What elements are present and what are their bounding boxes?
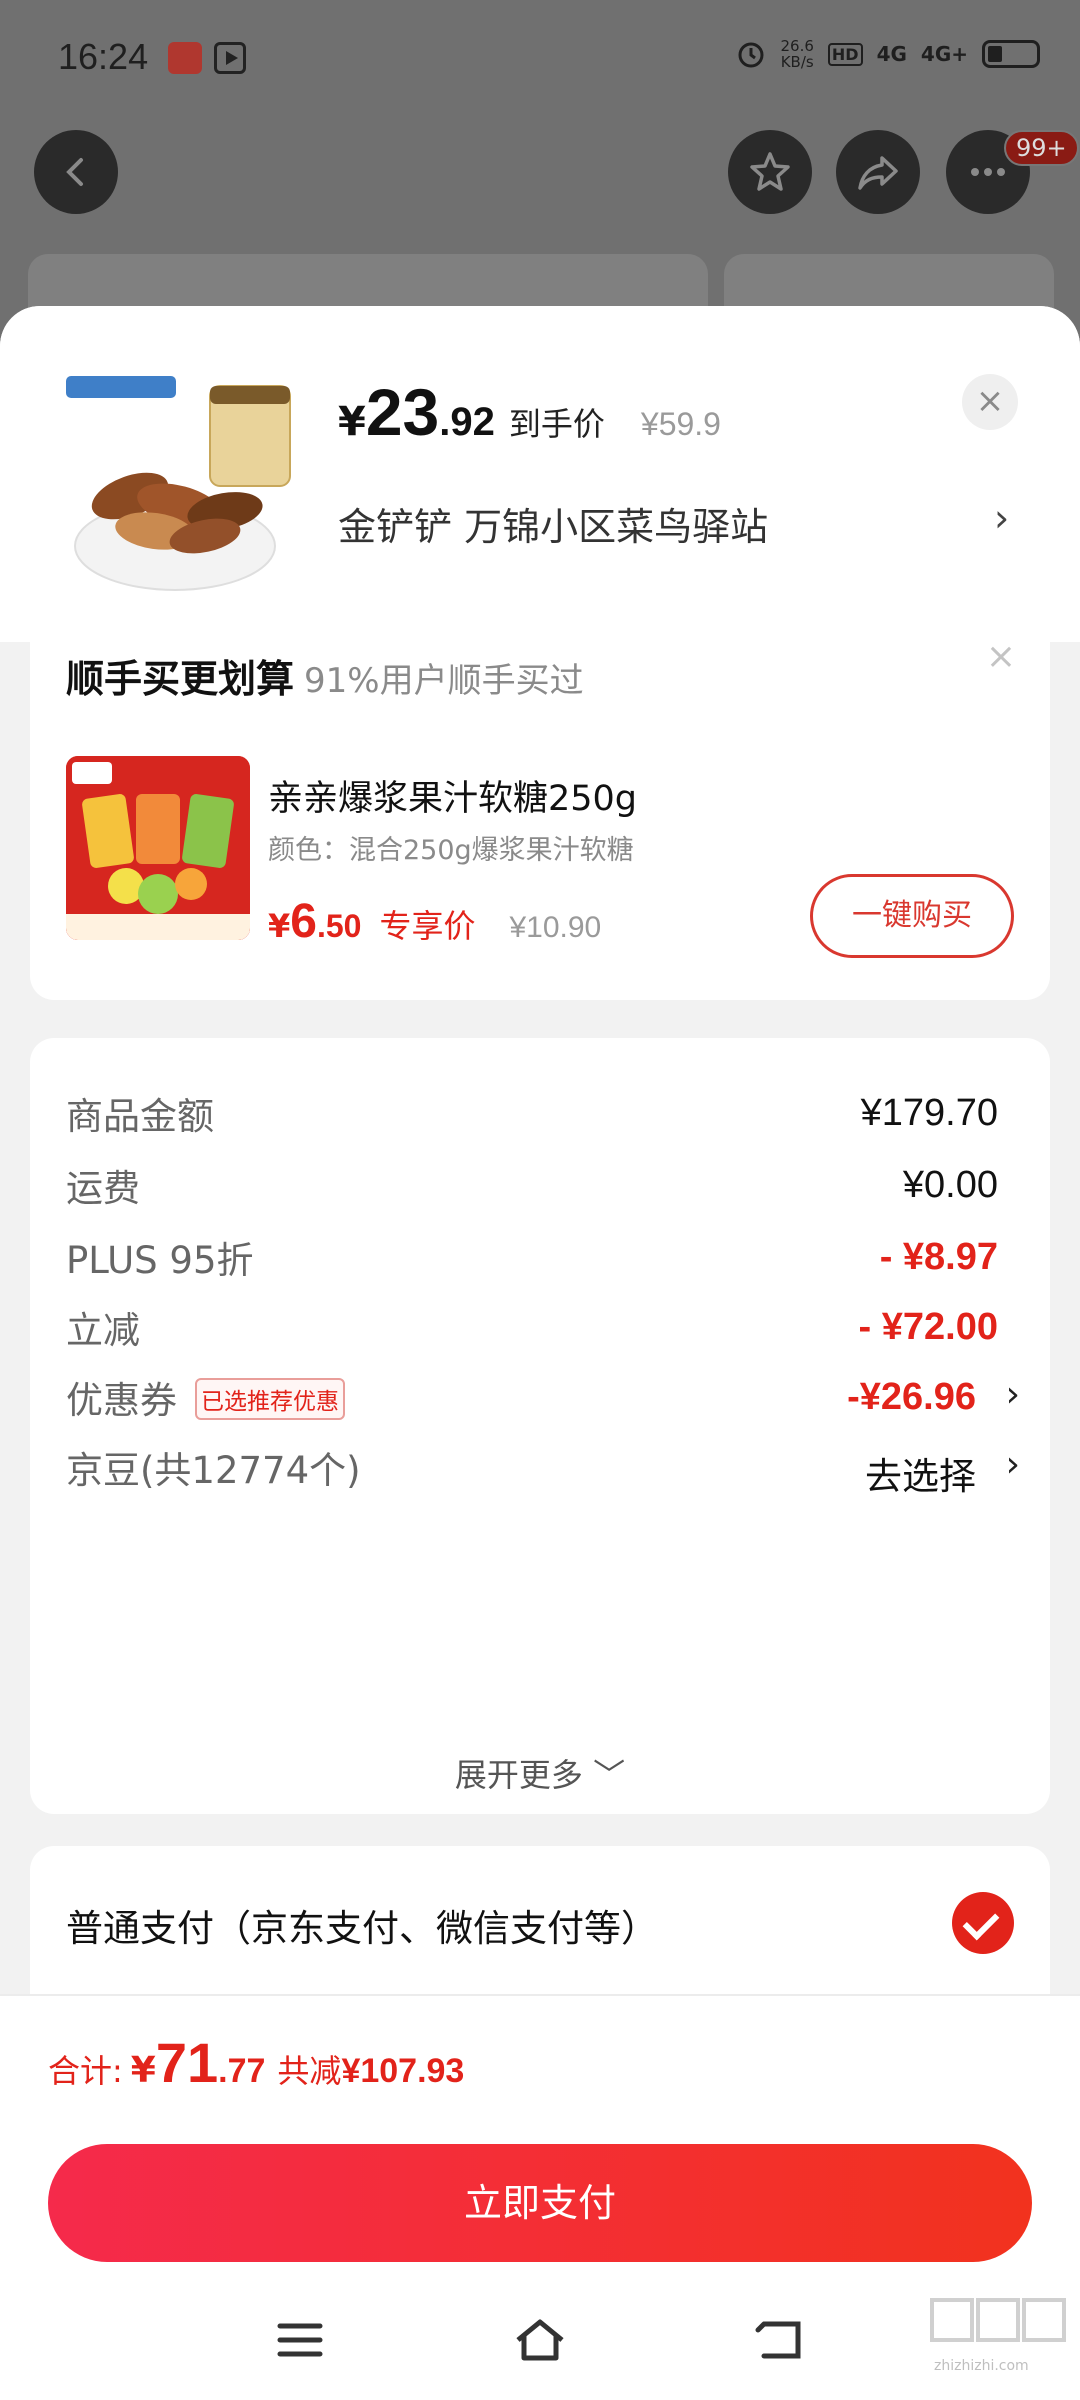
status-icons: 26.6 KB/s HD 4G 4G+ bbox=[736, 38, 1040, 70]
summary-row-jd-beans[interactable]: 京豆(共12774个) 去选择 › bbox=[66, 1440, 1020, 1500]
product-price: ¥ 23 .92 到手价 ¥59.9 bbox=[338, 375, 721, 449]
total-savings-label: 共减 bbox=[277, 2052, 342, 2090]
candy-product-image[interactable] bbox=[66, 756, 250, 940]
payment-method-card[interactable]: 普通支付（京东支付、微信支付等） bbox=[30, 1846, 1050, 2006]
product-header: ¥ 23 .92 到手价 ¥59.9 × 金铲铲 万锦小区菜鸟驿站 › bbox=[0, 306, 1080, 642]
product-image bbox=[60, 366, 300, 606]
network-speed: 26.6 KB/s bbox=[780, 37, 814, 71]
summary-row-plus-discount: PLUS 95折 - ¥8.97 bbox=[66, 1236, 998, 1282]
message-count-badge: 99+ bbox=[1004, 130, 1079, 166]
final-price-tag: 到手价 bbox=[508, 405, 605, 443]
alarm-icon bbox=[738, 42, 764, 68]
home-icon[interactable] bbox=[510, 2310, 570, 2370]
signal-4g-icon: 4G bbox=[876, 42, 907, 66]
system-nav-bar: zhizhizhi.com bbox=[0, 2298, 1080, 2400]
recommended-coupon-tag: 已选推荐优惠 bbox=[195, 1377, 345, 1420]
upsell-item-price: ¥ 6 .50 专享价 ¥10.90 bbox=[268, 895, 602, 948]
share-icon bbox=[858, 156, 898, 190]
menu-icon[interactable] bbox=[270, 2310, 330, 2370]
candy-image bbox=[66, 756, 250, 940]
delivery-address[interactable]: 金铲铲 万锦小区菜鸟驿站 bbox=[338, 496, 768, 551]
share-button[interactable] bbox=[836, 130, 920, 214]
upsell-subtitle: 91%用户顺手买过 bbox=[304, 661, 584, 701]
battery-icon bbox=[982, 40, 1040, 68]
star-icon bbox=[750, 152, 790, 191]
exclusive-price-tag: 专享价 bbox=[379, 907, 476, 945]
pay-now-button[interactable]: 立即支付 bbox=[48, 2144, 1032, 2262]
upsell-original-price: ¥10.90 bbox=[509, 911, 602, 944]
total-savings: ¥107.93 bbox=[341, 2052, 465, 2090]
original-price: ¥59.9 bbox=[640, 406, 721, 442]
watermark-text: zhizhizhi.com bbox=[934, 2358, 1029, 2374]
status-bar: 16:24 26.6 KB/s HD 4G 4G+ bbox=[0, 0, 1080, 120]
expand-more-button[interactable]: 展开更多 ﹀ bbox=[30, 1750, 1050, 1796]
chevron-right-icon: › bbox=[1005, 1374, 1020, 1415]
app-notification-icon bbox=[168, 42, 202, 74]
upsell-close-button[interactable]: × bbox=[986, 636, 1016, 677]
watermark-logo bbox=[930, 2294, 1070, 2362]
order-total: 合计: ¥ 71 .77 共减 ¥107.93 bbox=[48, 2031, 465, 2094]
chevron-left-icon bbox=[66, 158, 83, 186]
close-sheet-button[interactable]: × bbox=[962, 374, 1018, 430]
favorite-button[interactable] bbox=[728, 130, 812, 214]
signal-4g-plus-icon: 4G+ bbox=[920, 42, 968, 66]
status-time: 16:24 bbox=[58, 36, 149, 77]
checkout-sheet: ¥ 23 .92 到手价 ¥59.9 × 金铲铲 万锦小区菜鸟驿站 › 顺手买更… bbox=[0, 306, 1080, 2400]
back-button[interactable] bbox=[34, 130, 118, 214]
upsell-item-name[interactable]: 亲亲爆浆果汁软糖250g bbox=[268, 770, 637, 821]
one-click-buy-button[interactable]: 一键购买 bbox=[810, 874, 1014, 958]
summary-row-shipping: 运费 ¥0.00 bbox=[66, 1164, 998, 1210]
upsell-card: 顺手买更划算 91%用户顺手买过 × 亲亲爆浆果汁软糖250g 颜色：混合250g… bbox=[30, 636, 1050, 1000]
summary-row-instant-discount: 立减 - ¥72.00 bbox=[66, 1306, 998, 1352]
summary-row-goods-amount: 商品金额 ¥179.70 bbox=[66, 1092, 998, 1138]
hd-icon: HD bbox=[827, 42, 863, 66]
order-summary-card: 商品金额 ¥179.70 运费 ¥0.00 PLUS 95折 - ¥8.97 立… bbox=[30, 1038, 1050, 1814]
back-nav-icon[interactable] bbox=[750, 2310, 810, 2370]
chevron-right-icon: › bbox=[1005, 1444, 1020, 1485]
pecan-product-image bbox=[60, 366, 300, 606]
upsell-item-spec: 颜色：混合250g爆浆果汁软糖 bbox=[268, 835, 634, 866]
summary-row-coupon[interactable]: 优惠券 已选推荐优惠 -¥26.96 › bbox=[66, 1370, 1020, 1430]
check-icon[interactable] bbox=[952, 1892, 1014, 1954]
video-app-icon bbox=[214, 42, 246, 74]
upsell-title: 顺手买更划算 91%用户顺手买过 bbox=[66, 657, 584, 701]
watermark-glyphs bbox=[930, 2298, 1066, 2342]
chevron-right-icon[interactable]: › bbox=[994, 496, 1009, 540]
payment-method-label: 普通支付（京东支付、微信支付等） bbox=[66, 1907, 658, 1950]
